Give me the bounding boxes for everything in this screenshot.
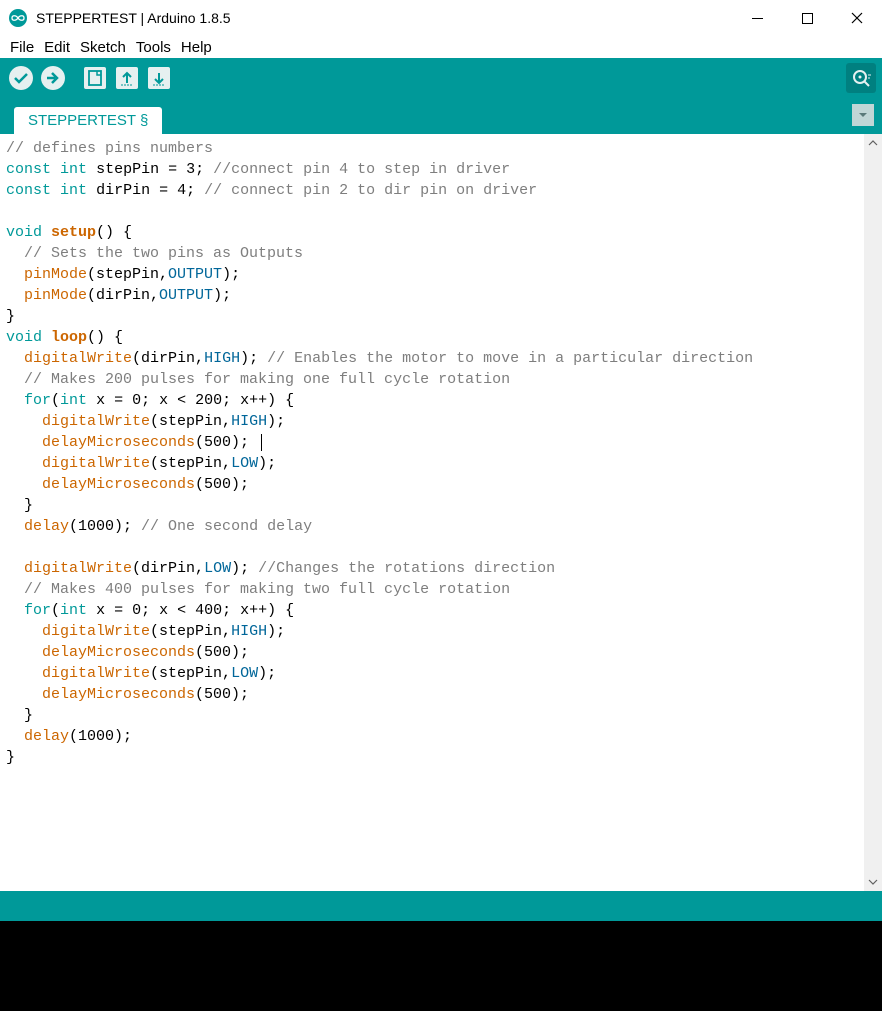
window-title: STEPPERTEST | Arduino 1.8.5 [36,10,732,26]
open-button[interactable] [112,63,142,93]
tabbar: STEPPERTEST § [0,98,882,134]
new-button[interactable] [80,63,110,93]
console-output[interactable] [0,921,882,1011]
menubar: File Edit Sketch Tools Help [0,36,882,58]
menu-tools[interactable]: Tools [132,39,175,56]
tab-steppertest[interactable]: STEPPERTEST § [14,107,162,134]
arduino-logo-icon [8,8,28,28]
editor-scrollbar[interactable] [864,134,882,891]
close-button[interactable] [832,0,882,36]
toolbar [0,58,882,98]
code-editor[interactable]: // defines pins numbers const int stepPi… [0,134,864,891]
verify-button[interactable] [6,63,36,93]
minimize-button[interactable] [732,0,782,36]
scroll-down-icon[interactable] [864,875,882,889]
text-cursor [261,434,262,451]
menu-sketch[interactable]: Sketch [76,39,130,56]
upload-button[interactable] [38,63,68,93]
serial-monitor-button[interactable] [846,63,876,93]
save-button[interactable] [144,63,174,93]
menu-edit[interactable]: Edit [40,39,74,56]
status-bar [0,891,882,921]
menu-help[interactable]: Help [177,39,216,56]
tab-menu-dropdown[interactable] [852,104,874,126]
code-comment: // defines pins numbers [6,140,213,157]
scroll-up-icon[interactable] [864,136,882,150]
titlebar: STEPPERTEST | Arduino 1.8.5 [0,0,882,36]
maximize-button[interactable] [782,0,832,36]
menu-file[interactable]: File [6,39,38,56]
